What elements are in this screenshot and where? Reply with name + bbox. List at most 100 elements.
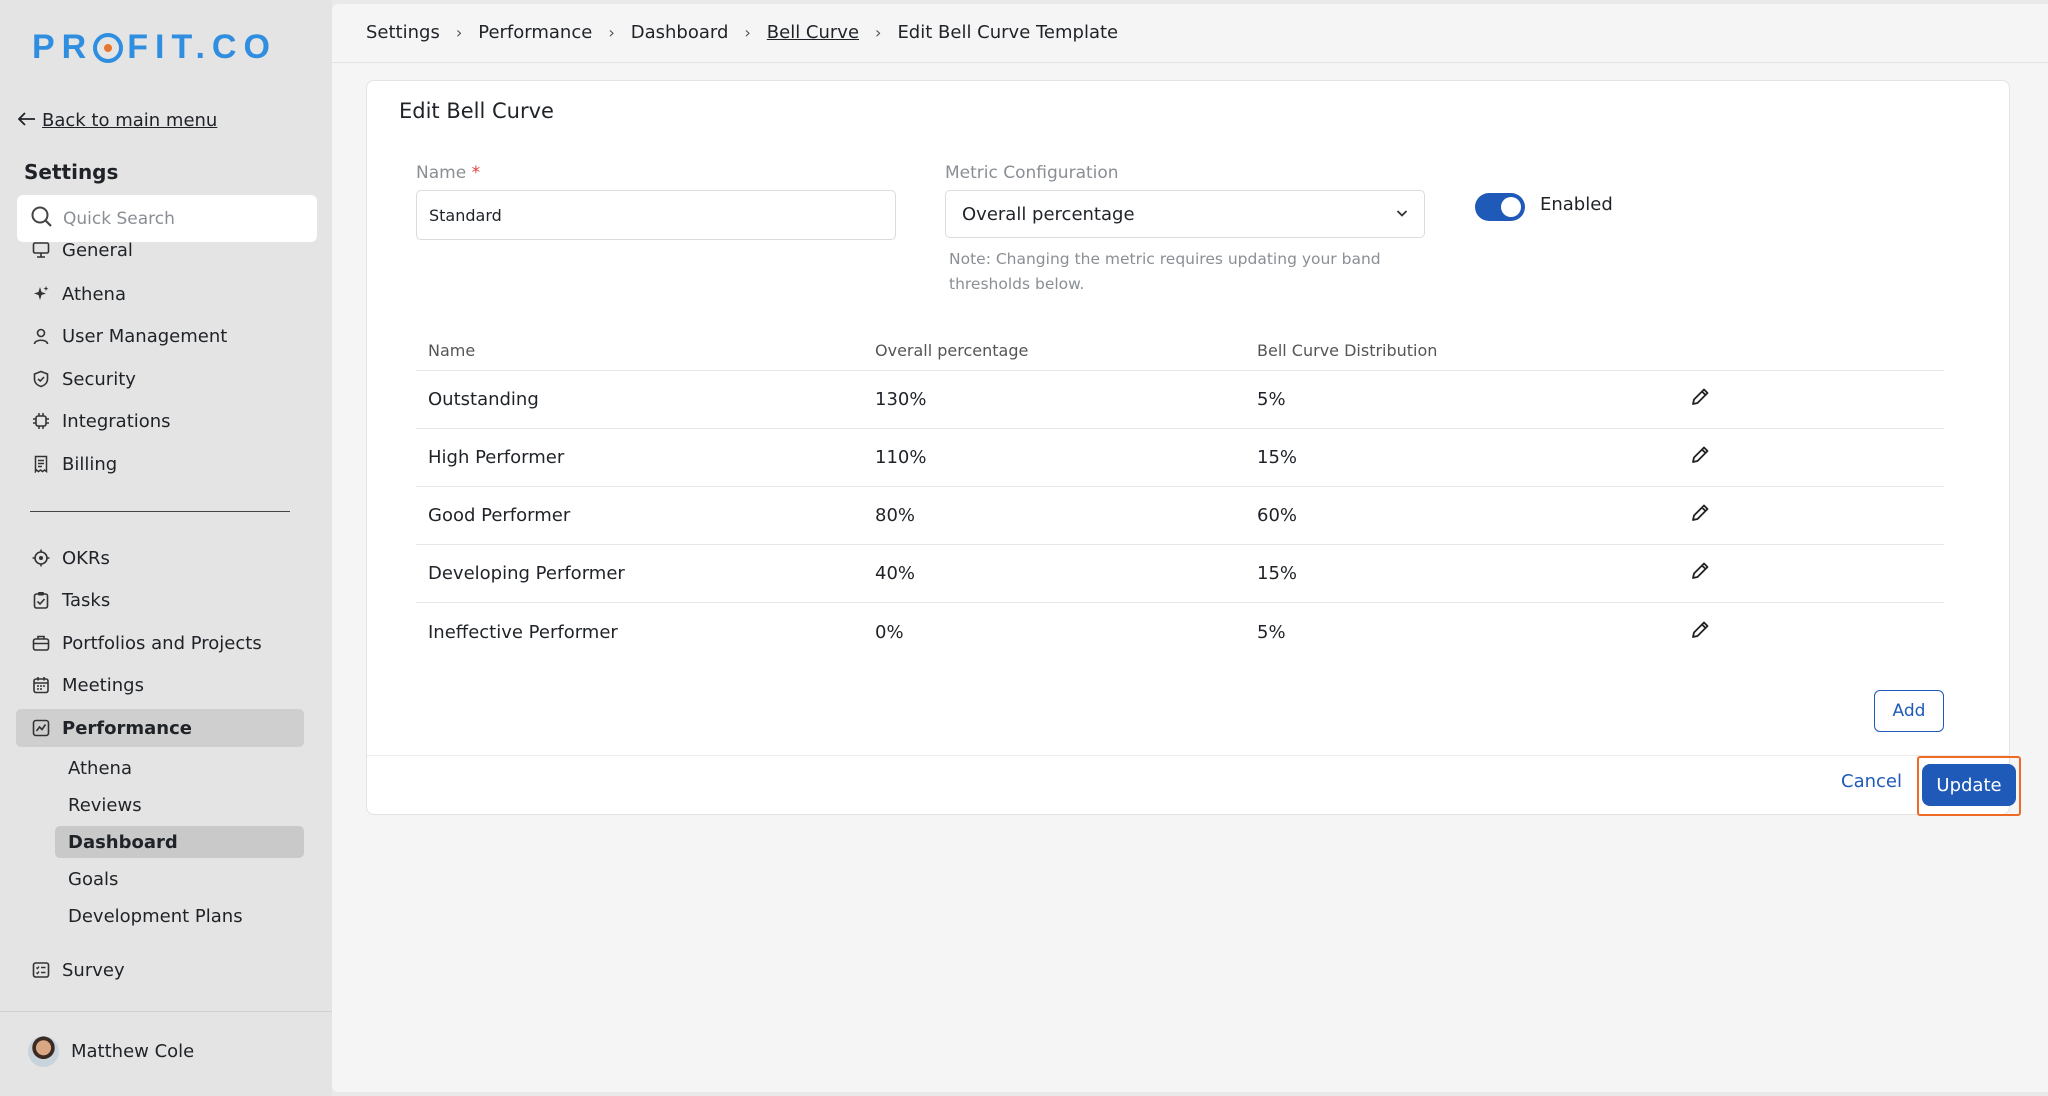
band-name: High Performer bbox=[428, 447, 565, 468]
sidebar-item-security[interactable]: Security bbox=[16, 360, 304, 398]
band-distribution: 15% bbox=[1257, 447, 1298, 468]
sidebar-item-label: General bbox=[62, 239, 133, 261]
sidebar-item-athena[interactable]: Athena bbox=[16, 275, 304, 313]
sidebar-item-label: Meetings bbox=[62, 674, 144, 696]
column-header-percentage: Overall percentage bbox=[875, 341, 1029, 360]
band-percentage: 80% bbox=[875, 505, 916, 526]
breadcrumb-current: Edit Bell Curve Template bbox=[897, 22, 1119, 43]
sidebar-item-billing[interactable]: Billing bbox=[16, 445, 304, 483]
avatar bbox=[28, 1036, 59, 1067]
sidebar-item-label: User Management bbox=[62, 325, 228, 347]
band-distribution: 5% bbox=[1257, 621, 1286, 643]
column-header-name: Name bbox=[428, 341, 476, 360]
sidebar-divider bbox=[30, 511, 290, 512]
user-profile[interactable]: Matthew Cole bbox=[28, 1036, 194, 1067]
band-distribution: 5% bbox=[1257, 389, 1286, 410]
search-input[interactable] bbox=[63, 208, 303, 229]
update-button-highlight: Update bbox=[1917, 756, 2021, 816]
calendar-icon bbox=[33, 677, 49, 694]
chart-icon bbox=[32, 719, 50, 737]
name-field[interactable] bbox=[416, 190, 896, 240]
pencil-icon[interactable] bbox=[1689, 502, 1711, 529]
table-row: High Performer 110% 15% bbox=[416, 429, 1944, 487]
sidebar-item-tasks[interactable]: Tasks bbox=[16, 581, 304, 619]
name-label-text: Name bbox=[416, 163, 467, 183]
back-link-label: Back to main menu bbox=[42, 110, 218, 131]
sidebar-item-performance[interactable]: Performance bbox=[16, 709, 304, 747]
breadcrumb: Settings › Performance › Dashboard › Bel… bbox=[366, 22, 1118, 43]
table-row: Developing Performer 40% 15% bbox=[416, 545, 1944, 603]
band-name: Developing Performer bbox=[428, 563, 625, 584]
sidebar-item-integrations[interactable]: Integrations bbox=[16, 402, 304, 440]
logo-text-left: PR bbox=[32, 28, 94, 66]
sidebar-subitem-development-plans[interactable]: Development Plans bbox=[55, 900, 304, 932]
breadcrumb-settings[interactable]: Settings bbox=[366, 22, 440, 43]
band-name: Ineffective Performer bbox=[428, 621, 618, 643]
sidebar-subitem-athena[interactable]: Athena bbox=[55, 752, 304, 784]
chevron-right-icon: › bbox=[875, 23, 882, 42]
table-row: Ineffective Performer 0% 5% bbox=[416, 603, 1944, 661]
arrow-left-icon bbox=[17, 110, 36, 131]
pencil-icon[interactable] bbox=[1689, 619, 1711, 646]
sidebar-item-label: Security bbox=[62, 368, 136, 390]
sidebar-subitem-reviews[interactable]: Reviews bbox=[55, 789, 304, 821]
sidebar: PR FIT.CO Back to main menu Settings Gen… bbox=[0, 0, 332, 1096]
band-percentage: 40% bbox=[875, 563, 916, 584]
metric-note: Note: Changing the metric requires updat… bbox=[949, 250, 1381, 293]
back-to-main-menu-link[interactable]: Back to main menu bbox=[17, 110, 218, 131]
breadcrumb-performance[interactable]: Performance bbox=[478, 22, 592, 43]
sidebar-item-portfolios-and-projects[interactable]: Portfolios and Projects bbox=[16, 624, 304, 662]
receipt-icon bbox=[34, 455, 48, 473]
monitor-icon bbox=[32, 242, 50, 258]
metric-configuration-select[interactable]: Overall percentage bbox=[945, 190, 1425, 238]
sidebar-item-survey[interactable]: Survey bbox=[16, 951, 304, 989]
update-button[interactable]: Update bbox=[1922, 764, 2016, 806]
sidebar-item-meetings[interactable]: Meetings bbox=[16, 666, 304, 704]
profit-co-logo[interactable]: PR FIT.CO bbox=[32, 28, 277, 67]
band-percentage: 0% bbox=[875, 621, 904, 643]
pencil-icon[interactable] bbox=[1689, 444, 1711, 471]
sidebar-item-label: OKRs bbox=[62, 547, 110, 569]
target-icon bbox=[32, 549, 50, 567]
enabled-toggle[interactable] bbox=[1475, 193, 1525, 221]
table-row: Good Performer 80% 60% bbox=[416, 487, 1944, 545]
enabled-label: Enabled bbox=[1540, 194, 1613, 215]
band-distribution: 60% bbox=[1257, 505, 1298, 526]
pencil-icon[interactable] bbox=[1689, 560, 1711, 587]
sidebar-subitem-goals[interactable]: Goals bbox=[55, 863, 304, 895]
briefcase-icon bbox=[32, 635, 50, 651]
sidebar-subitem-dashboard[interactable]: Dashboard bbox=[55, 826, 304, 858]
add-band-button[interactable]: Add bbox=[1874, 690, 1944, 732]
metric-selected-value: Overall percentage bbox=[962, 203, 1135, 225]
pencil-icon[interactable] bbox=[1689, 386, 1711, 413]
shield-icon bbox=[33, 370, 49, 388]
chevron-down-icon bbox=[1394, 205, 1410, 226]
user-icon bbox=[33, 328, 49, 345]
main-content: Settings › Performance › Dashboard › Bel… bbox=[332, 4, 2048, 1092]
bands-table: Name Overall percentage Bell Curve Distr… bbox=[416, 331, 1944, 661]
edit-bell-curve-card: Edit Bell Curve Name * Metric Configurat… bbox=[366, 80, 2021, 816]
clipboard-icon bbox=[33, 592, 49, 609]
sidebar-title: Settings bbox=[24, 160, 119, 184]
table-row: Outstanding 130% 5% bbox=[416, 371, 1944, 429]
sidebar-item-label: Tasks bbox=[62, 589, 111, 611]
sidebar-item-user-management[interactable]: User Management bbox=[16, 317, 304, 355]
chevron-right-icon: › bbox=[455, 23, 463, 42]
sidebar-item-general[interactable]: General bbox=[16, 232, 304, 268]
breadcrumb-bell-curve[interactable]: Bell Curve bbox=[767, 22, 859, 43]
sidebar-item-label: Portfolios and Projects bbox=[62, 632, 262, 654]
column-header-distribution: Bell Curve Distribution bbox=[1257, 341, 1438, 360]
sidebar-item-label: Billing bbox=[62, 453, 118, 475]
sidebar-item-label: Performance bbox=[62, 717, 192, 739]
header-divider bbox=[332, 62, 2048, 63]
sidebar-item-label: Survey bbox=[62, 959, 125, 981]
metric-configuration-label: Metric Configuration bbox=[945, 163, 1119, 183]
survey-icon bbox=[32, 962, 50, 978]
required-asterisk: * bbox=[471, 163, 481, 183]
sidebar-item-okrs[interactable]: OKRs bbox=[16, 539, 304, 577]
breadcrumb-dashboard[interactable]: Dashboard bbox=[631, 22, 729, 43]
card-footer-divider bbox=[367, 755, 2009, 756]
cancel-button[interactable]: Cancel bbox=[1841, 771, 1902, 792]
band-percentage: 130% bbox=[875, 389, 927, 410]
user-name: Matthew Cole bbox=[71, 1041, 195, 1062]
